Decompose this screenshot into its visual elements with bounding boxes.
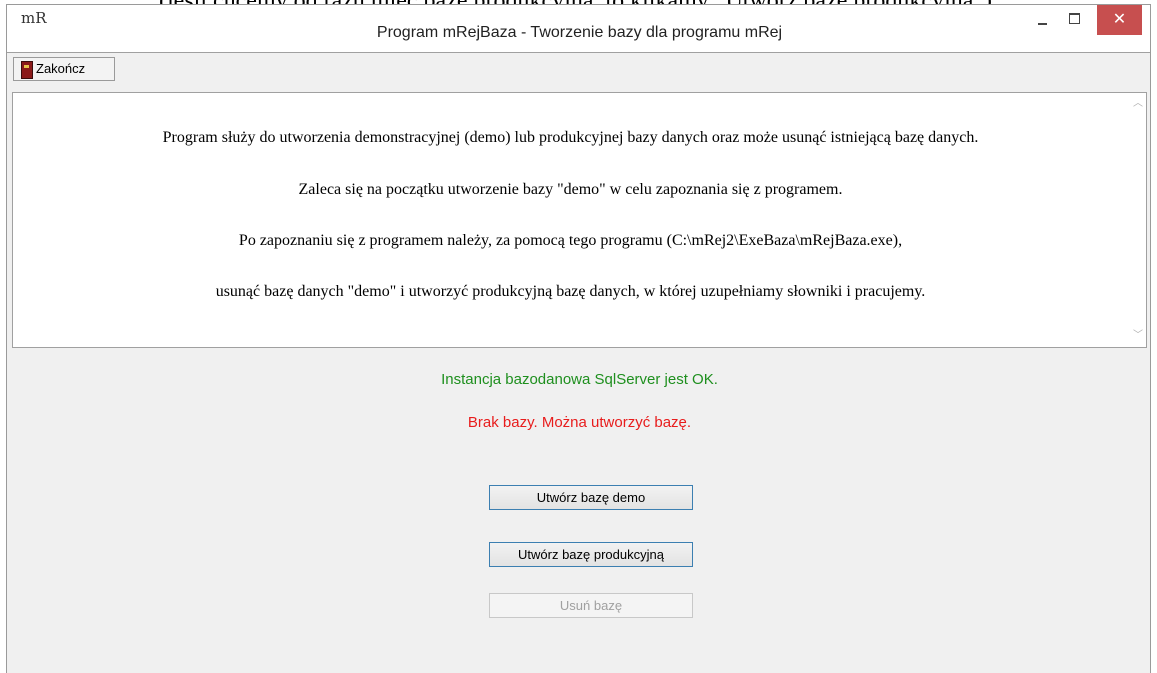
info-line: usunąć bazę danych "demo" i utworzyć pro…: [215, 283, 926, 300]
instance-status-text: Instancja bazodanowa SqlServer jest OK.: [441, 371, 718, 388]
exit-button-label: Zakończ: [36, 61, 86, 76]
scroll-up-icon[interactable]: ︿: [1133, 99, 1143, 109]
close-button[interactable]: ✕: [1097, 5, 1142, 35]
database-status-text: Brak bazy. Można utworzyć bazę.: [467, 414, 692, 431]
create-demo-button[interactable]: Utwórz bazę demo: [489, 485, 693, 510]
toolbar: Zakończ: [7, 52, 1150, 92]
close-icon: ✕: [1112, 11, 1127, 28]
info-line: Po zapoznaniu się z programem należy, za…: [238, 232, 903, 249]
info-text-box[interactable]: Program służy do utworzenia demonstracyj…: [12, 92, 1147, 348]
vertical-scrollbar[interactable]: ︿ ﹀: [1129, 93, 1146, 347]
window-title: Program mRejBaza - Tworzenie bazy dla pr…: [376, 24, 783, 41]
create-production-button[interactable]: Utwórz bazę produkcyjną: [489, 542, 693, 567]
info-line: Program służy do utworzenia demonstracyj…: [162, 129, 979, 146]
info-line: Zaleca się na początku utworzenie bazy "…: [298, 181, 843, 198]
title-bar: mR Program mRejBaza - Tworzenie bazy dla…: [7, 5, 1150, 52]
delete-database-button: Usuń bazę: [489, 593, 693, 618]
app-window: mR Program mRejBaza - Tworzenie bazy dla…: [6, 4, 1151, 673]
door-exit-icon: [21, 61, 33, 79]
maximize-button[interactable]: [1056, 5, 1096, 35]
exit-button[interactable]: Zakończ: [13, 57, 115, 81]
scroll-down-icon[interactable]: ﹀: [1133, 331, 1143, 341]
